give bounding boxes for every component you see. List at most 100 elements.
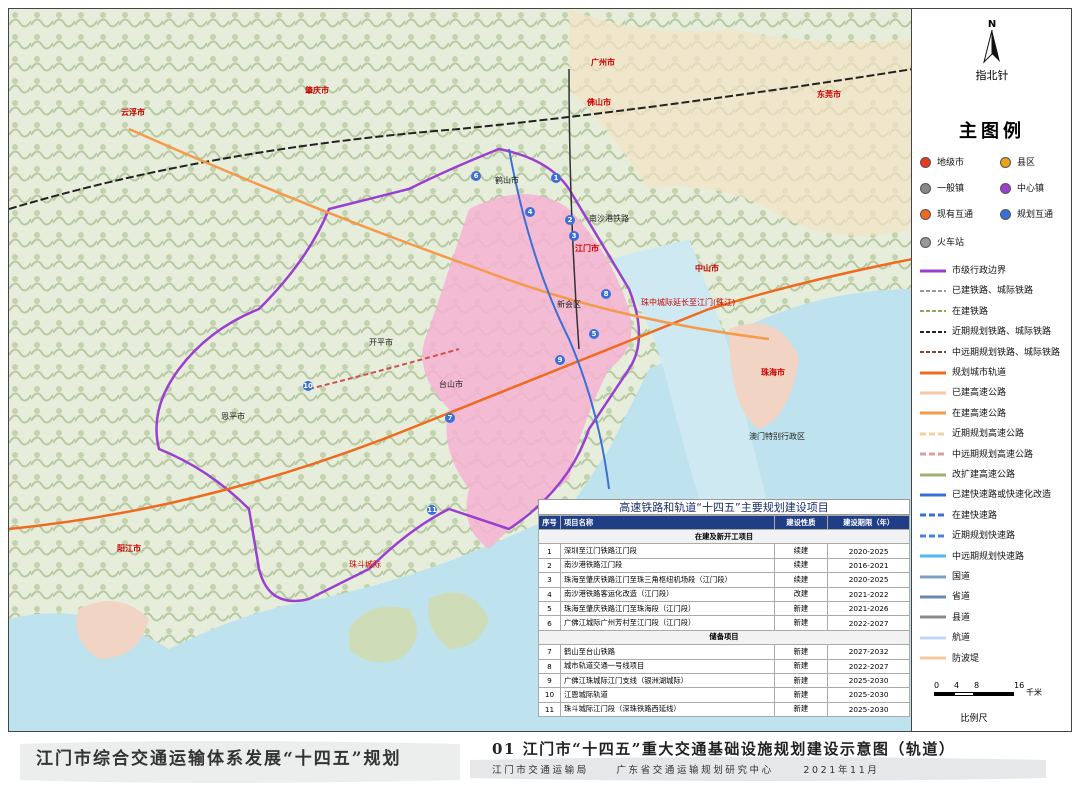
legend-label: 已建铁路、城际铁路 [952,286,1034,297]
legend-item: 现有互通 [920,207,973,220]
map-label-enping: 恩平市 [221,412,245,421]
project-marker[interactable]: 8 [601,289,611,299]
table-row: 5 珠海至肇庆铁路江门至珠海段（江门段） 新建 2021-2026 [538,600,910,617]
legend-item: 一般镇 [920,181,964,194]
legend-item: 省道 [920,589,970,602]
north-arrow-icon [983,29,1000,64]
row-period: 2025-2030 [827,687,910,703]
scale-tick: 8 [974,681,980,690]
legend-label: 市级行政边界 [952,266,1007,276]
project-marker[interactable]: 4 [525,207,535,217]
table-header-cell: 序号 [538,515,561,530]
map-label-yunfu: 云浮市 [121,108,145,117]
row-period: 2021-2022 [827,586,910,602]
row-no: 7 [538,644,561,660]
project-marker[interactable]: 11 [427,505,437,515]
row-type: 续建 [773,543,829,559]
row-no: 9 [538,672,561,689]
legend-label: 中远期规划快速路 [952,551,1025,562]
row-period: 2022-2027 [827,658,910,674]
legend-line-swatch [920,452,946,456]
legend-line-swatch [920,615,946,619]
legend-label: 规划互通 [1017,210,1054,220]
project-marker[interactable]: 9 [555,355,565,365]
legend-line-swatch [920,636,946,640]
train-station-icon [920,237,931,248]
legend-line-swatch [920,289,946,292]
row-no: 3 [538,572,561,588]
legend-line-swatch [920,411,946,415]
legend-label: 已建高速公路 [952,388,1007,399]
table-header-cell: 建设性质 [773,515,829,530]
map-label-rail3: 珠斗城际 [349,560,381,569]
legend-item: 中心镇 [1000,181,1044,194]
legend-label: 规划城市轨道 [952,368,1007,378]
legend-label: 在建高速公路 [952,408,1007,419]
legend-label: 近期规划快速路 [952,531,1016,542]
row-name: 广佛江珠城际江门支线（银洲湖城际） [559,672,775,689]
legend-label: 县区 [1017,158,1036,168]
legend-label: 近期规划高速公路 [952,429,1025,440]
table-row: 10 江恩城际轨道 新建 2025-2030 [538,687,910,703]
legend-item: 市级行政边界 [920,263,1006,276]
row-type: 改建 [773,586,829,602]
legend-line-swatch [920,473,946,476]
planned-interchange-icon [1000,209,1011,220]
legend-item: 规划互通 [1000,207,1053,220]
project-marker[interactable]: 5 [589,329,599,339]
legend-item: 地级市 [920,155,964,168]
table-row: 7 鹤山至台山铁路 新建 2027-2032 [538,644,910,660]
central-town-icon [1000,183,1011,194]
legend-item: 在建铁路 [920,304,988,317]
row-type: 续建 [773,557,829,574]
row-no: 6 [538,615,561,631]
project-marker[interactable]: 2 [565,215,575,225]
legend-line-swatch [920,269,946,272]
map-label-taishan: 台山市 [439,380,463,389]
legend-label: 县道 [952,612,971,623]
row-name: 鹤山至台山铁路 [559,644,775,660]
project-marker[interactable]: 1 [551,173,561,183]
table-row: 3 珠海至肇庆铁路江门至珠三角枢纽机场段（江门段） 续建 2020-2025 [538,572,910,588]
table-row: 2 南沙港铁路江门段 续建 2016-2021 [538,557,910,574]
legend-item: 国道 [920,569,970,582]
scale-tick: 16 [1014,681,1025,690]
map-title: 01 江门市“十四五”重大交通基础设施规划建设示意图（轨道） [492,740,956,758]
legend-item: 近期规划铁路、城际铁路 [920,324,1051,337]
legend-item: 已建高速公路 [920,385,1006,398]
credit-org-1: 江门市交通运输局 [492,765,589,776]
legend-label: 防波堤 [952,653,980,664]
legend-line-swatch [920,432,946,436]
project-marker[interactable]: 7 [445,413,455,423]
map-label-xinhui: 新会区 [557,300,581,309]
legend-line-swatch [920,656,946,660]
legend-item: 近期规划快速路 [920,528,1015,541]
legend-item: 规划城市轨道 [920,365,1006,378]
row-name: 珠海至肇庆铁路江门至珠三角枢纽机场段（江门段） [559,572,775,588]
map-label-rail: 南沙港铁路 [589,214,629,223]
row-name: 南沙港铁路江门段 [559,557,775,574]
row-period: 2021-2026 [827,600,910,617]
legend-line-swatch [920,554,946,558]
row-name: 南沙港铁路客运化改造（江门段） [559,586,775,602]
project-marker[interactable]: 3 [569,231,579,241]
table-section-heading: 储备项目 [538,629,910,646]
legend-label: 在建铁路 [952,306,989,317]
legend-label: 改扩建高速公路 [952,470,1016,480]
legend-label: 现有互通 [937,210,974,220]
legend-item: 近期规划高速公路 [920,426,1024,439]
row-no: 11 [538,701,561,718]
row-no: 1 [538,543,561,559]
legend-line-swatch [920,534,946,538]
map-label-dongguan: 东莞市 [817,90,841,99]
legend-label: 中远期规划高速公路 [952,449,1034,460]
legend-label: 地级市 [937,158,965,168]
map-label-zhuhai: 珠海市 [761,368,785,377]
row-name: 广佛江城际广州芳村至江门段（江门段） [559,615,775,631]
map-label-kaiping: 开平市 [369,338,393,347]
project-marker[interactable]: 10 [303,381,313,391]
legend-label: 近期规划铁路、城际铁路 [952,327,1052,338]
legend-line-swatch [920,493,946,497]
legend-item: 中远期规划快速路 [920,549,1024,562]
project-marker[interactable]: 6 [471,171,481,181]
